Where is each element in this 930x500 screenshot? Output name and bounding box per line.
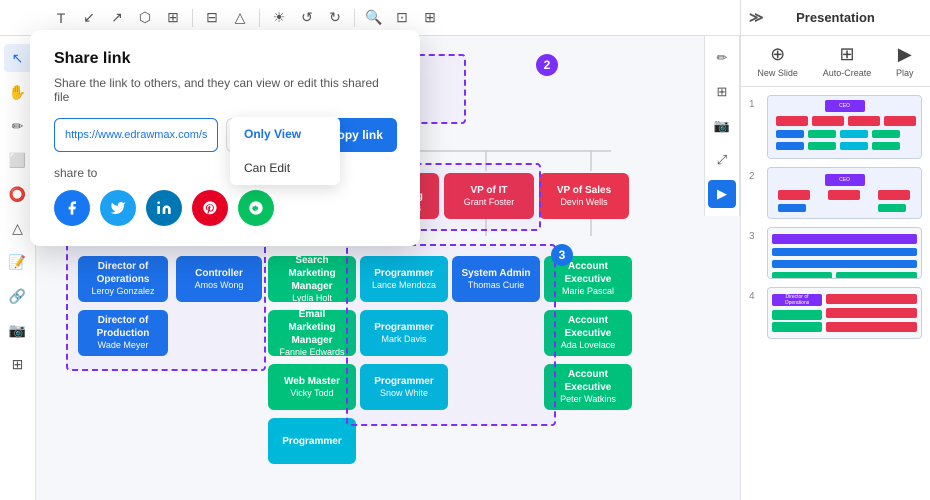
- toolbar-rotate-icon[interactable]: ↺: [296, 7, 318, 29]
- toolbar-more-icon[interactable]: ⊞: [419, 7, 441, 29]
- toolbar-table-icon[interactable]: ⊞: [162, 7, 184, 29]
- play-icon: ▶: [898, 44, 912, 65]
- toolbar-divider: [192, 9, 193, 27]
- toolbar-grid-icon[interactable]: ⊡: [391, 7, 413, 29]
- panel-title: Presentation: [796, 10, 875, 25]
- linkedin-share-btn[interactable]: [146, 190, 182, 226]
- modal-dropdown[interactable]: Only View ▾: [226, 118, 307, 152]
- side-icon-present[interactable]: ▶: [708, 180, 736, 208]
- dropdown-selected: Only View: [237, 129, 286, 141]
- vp-it-node[interactable]: VP of IT Grant Foster: [444, 173, 534, 219]
- modal-desc: Share the link to others, and they can v…: [54, 76, 396, 104]
- panel-side-icons: ✏ ⊞ 📷 ⤢ ▶: [704, 36, 740, 216]
- slide-number-1: 1: [749, 95, 761, 110]
- panel-actions: ⊕ New Slide ⊞ Auto-Create ▶ Play: [741, 36, 930, 87]
- new-slide-icon: ⊕: [770, 44, 785, 65]
- email-mkt-node[interactable]: Email Marketing Manager Fannie Edwards: [268, 310, 356, 356]
- badge-2: 2: [536, 54, 558, 76]
- webmaster-node[interactable]: Web Master Vicky Todd: [268, 364, 356, 410]
- toolbar-zoom-icon[interactable]: 🔍: [363, 7, 385, 29]
- slide-item-1[interactable]: 1 CEO: [749, 95, 922, 159]
- slide-number-2: 2: [749, 167, 761, 182]
- programmer1-node[interactable]: Programmer Lance Mendoza: [360, 256, 448, 302]
- slide-thumb-1[interactable]: CEO: [767, 95, 922, 159]
- twitter-share-btn[interactable]: [100, 190, 136, 226]
- badge-3: 3: [551, 244, 573, 266]
- programmer4-node[interactable]: Programmer: [268, 418, 356, 464]
- side-icon-photo[interactable]: 📷: [708, 112, 736, 140]
- new-slide-action[interactable]: ⊕ New Slide: [757, 44, 798, 78]
- auto-create-label: Auto-Create: [823, 68, 872, 78]
- share-icons: [54, 190, 396, 226]
- toolbar-arrow-icon[interactable]: ↙: [78, 7, 100, 29]
- copy-link-button[interactable]: Copy link: [315, 118, 397, 152]
- toolbar-text-icon[interactable]: T: [50, 7, 72, 29]
- play-action[interactable]: ▶ Play: [896, 44, 914, 78]
- slide-number-3: 3: [749, 227, 761, 242]
- programmer3-node[interactable]: Programmer Snow White: [360, 364, 448, 410]
- slides-container: 1 CEO: [741, 87, 930, 500]
- panel-header: ≫ Presentation: [741, 0, 930, 36]
- tool-circle[interactable]: ⭕: [4, 180, 32, 208]
- new-slide-label: New Slide: [757, 68, 798, 78]
- right-panel: ≫ Presentation ⊕ New Slide ⊞ Auto-Create…: [740, 0, 930, 500]
- vp-sales-node[interactable]: VP of Sales Devin Wells: [539, 173, 629, 219]
- modal-title: Share link: [54, 50, 396, 68]
- facebook-share-btn[interactable]: [54, 190, 90, 226]
- acct-exec3-node[interactable]: Account Executive Peter Watkins: [544, 364, 632, 410]
- side-icon-grid[interactable]: ⊞: [708, 78, 736, 106]
- toolbar-divider2: [259, 9, 260, 27]
- side-icon-expand[interactable]: ⤢: [708, 146, 736, 174]
- slide-thumb-2[interactable]: CEO: [767, 167, 922, 219]
- slide-item-2[interactable]: 2 CEO: [749, 167, 922, 219]
- toolbar-sun-icon[interactable]: ☀: [268, 7, 290, 29]
- toolbar-rotate2-icon[interactable]: ↻: [324, 7, 346, 29]
- tool-select[interactable]: ↖: [4, 44, 32, 72]
- slide-thumb-4[interactable]: Director of Operations: [767, 287, 922, 339]
- slide-item-3[interactable]: 3: [749, 227, 922, 279]
- tool-pen[interactable]: ✏: [4, 112, 32, 140]
- tool-table[interactable]: ⊞: [4, 350, 32, 378]
- side-icon-pen[interactable]: ✏: [708, 44, 736, 72]
- acct-exec2-node[interactable]: Account Executive Ada Lovelace: [544, 310, 632, 356]
- share-label: share to: [54, 166, 396, 180]
- tool-hand[interactable]: ✋: [4, 78, 32, 106]
- tool-triangle[interactable]: △: [4, 214, 32, 242]
- pinterest-share-btn[interactable]: [192, 190, 228, 226]
- programmer2-node[interactable]: Programmer Mark Davis: [360, 310, 448, 356]
- wechat-share-btn[interactable]: [238, 190, 274, 226]
- dropdown-arrow: ▾: [290, 129, 296, 142]
- modal-link-input[interactable]: [54, 118, 218, 152]
- toolbar-divider3: [354, 9, 355, 27]
- tool-image[interactable]: 📷: [4, 316, 32, 344]
- modal-link-row: Only View ▾ Copy link: [54, 118, 396, 152]
- tool-text[interactable]: 📝: [4, 248, 32, 276]
- dir-ops-node[interactable]: Director of Operations Leroy Gonzalez: [78, 256, 168, 302]
- tool-link[interactable]: 🔗: [4, 282, 32, 310]
- slide-item-4[interactable]: 4 Director of Operations: [749, 287, 922, 339]
- panel-expand-icon[interactable]: ≫: [749, 9, 764, 26]
- share-modal[interactable]: Share link Share the link to others, and…: [30, 30, 420, 246]
- search-mkt-node[interactable]: Search Marketing Manager Lydia Holt: [268, 256, 356, 302]
- toolbar-shape-icon[interactable]: ⬡: [134, 7, 156, 29]
- slide-number-4: 4: [749, 287, 761, 302]
- toolbar-triangle-icon[interactable]: △: [229, 7, 251, 29]
- toolbar-pointer-icon[interactable]: ↗: [106, 7, 128, 29]
- auto-create-action[interactable]: ⊞ Auto-Create: [823, 44, 872, 78]
- tool-rect[interactable]: ⬜: [4, 146, 32, 174]
- sysadmin-node[interactable]: System Admin Thomas Curie: [452, 256, 540, 302]
- controller-node[interactable]: Controller Amos Wong: [176, 256, 262, 302]
- slide-thumb-3[interactable]: [767, 227, 922, 279]
- play-label: Play: [896, 68, 914, 78]
- auto-create-icon: ⊞: [839, 44, 854, 65]
- toolbar-minus-icon[interactable]: ⊟: [201, 7, 223, 29]
- dir-prod-node[interactable]: Director of Production Wade Meyer: [78, 310, 168, 356]
